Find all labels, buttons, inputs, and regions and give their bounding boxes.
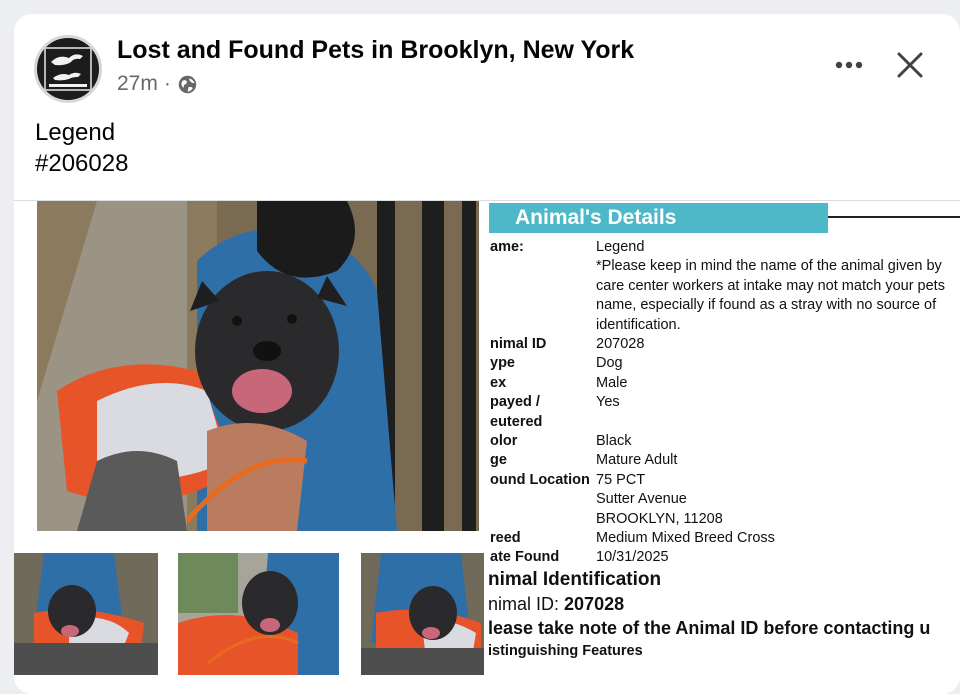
identification-title: nimal Identification — [488, 569, 662, 590]
dog-photo-thumb[interactable] — [361, 553, 484, 675]
more-options-icon — [835, 61, 863, 69]
notice-text: lease take note of the Animal ID before … — [488, 618, 931, 638]
page-name[interactable]: Lost and Found Pets in Brooklyn, New Yor… — [117, 36, 634, 65]
post-card: Lost and Found Pets in Brooklyn, New Yor… — [14, 14, 960, 694]
dog-photo-main[interactable] — [37, 201, 479, 531]
detail-value: Male — [596, 374, 628, 391]
detail-label: ame: — [490, 239, 524, 255]
details-header: Animal's Details — [489, 203, 828, 233]
animal-id-label: nimal ID: — [488, 594, 565, 614]
more-options-button[interactable] — [832, 50, 866, 80]
close-icon — [897, 52, 923, 78]
detail-label: ex — [490, 374, 507, 391]
detail-value: care center workers at intake may not ma… — [596, 277, 945, 294]
animal-details-panel: Animal's Details ame: Legend *Please keep … — [484, 201, 960, 694]
animal-id-line: nimal ID: 207028 — [488, 594, 624, 615]
post-text: Legend #206028 — [35, 117, 128, 179]
page-avatar[interactable] — [34, 35, 102, 103]
detail-label: ype — [490, 355, 515, 372]
globe-icon[interactable] — [177, 74, 198, 95]
detail-label: ate Found — [490, 549, 560, 566]
detail-value: Dog — [596, 355, 623, 372]
detail-label: payed / — [490, 394, 540, 411]
detail-value: 207028 — [596, 336, 645, 352]
detail-value: Medium Mixed Breed Cross — [596, 530, 775, 546]
detail-value: 75 PCT — [596, 471, 646, 488]
detail-value: BROOKLYN, 11208 — [596, 510, 723, 527]
detail-label: ge — [490, 452, 507, 469]
detail-label: reed — [490, 530, 521, 546]
detail-value: Mature Adult — [596, 452, 678, 469]
meta-separator: · — [163, 72, 171, 95]
animal-id-value: 207028 — [564, 594, 625, 614]
dog-photo-thumb[interactable] — [178, 553, 339, 675]
post-timestamp[interactable]: 27m — [117, 72, 158, 96]
detail-label: eutered — [490, 413, 543, 430]
detail-label: nimal ID — [490, 336, 547, 352]
post-text-line: #206028 — [35, 150, 129, 177]
detail-value: Sutter Avenue — [596, 491, 687, 508]
detail-value: identification. — [596, 316, 681, 333]
detail-value: Legend — [596, 239, 645, 255]
post-media[interactable]: Animal's Details ame: Legend *Please keep … — [14, 200, 960, 694]
detail-label: olor — [490, 433, 518, 449]
detail-value: 10/31/2025 — [596, 549, 669, 566]
post-text-line: Legend — [35, 119, 116, 146]
detail-value: name, especially if found as a stray wit… — [596, 297, 937, 314]
detail-value: *Please keep in mind the name of the ani… — [596, 258, 942, 275]
header-divider — [828, 216, 960, 218]
detail-value: Black — [596, 433, 632, 449]
dog-photo-thumb[interactable] — [14, 553, 158, 675]
post-meta: 27m · — [117, 72, 198, 96]
features-title: istinguishing Features — [488, 643, 643, 659]
close-button[interactable] — [894, 49, 926, 81]
detail-label: ound Location — [490, 471, 590, 488]
detail-value: Yes — [596, 394, 620, 411]
